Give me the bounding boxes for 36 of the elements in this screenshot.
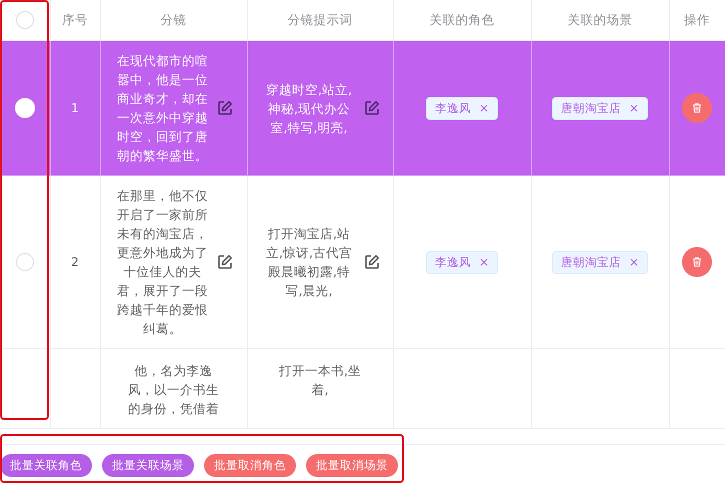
row-number: 2 <box>71 255 79 269</box>
prompt-text: 穿越时空,站立,神秘,现代办公室,特写,明亮, <box>265 80 353 136</box>
column-header: 关联的场景 <box>568 12 632 26</box>
edit-icon[interactable] <box>216 254 232 270</box>
character-tag[interactable]: 李逸风 × <box>426 96 498 120</box>
tag-close-button[interactable]: × <box>478 101 490 115</box>
delete-button[interactable] <box>682 247 712 277</box>
scene-tag[interactable]: 唐朝淘宝店 × <box>552 250 648 274</box>
tag-close-button[interactable]: × <box>628 101 640 115</box>
prompt-text: 打开淘宝店,站立,惊讶,古代宫殿晨曦初露,特写,晨光, <box>265 225 353 300</box>
scene-text: 他，名为李逸风，以一介书生的身份，凭借着 <box>127 362 220 418</box>
trash-icon <box>691 256 703 268</box>
column-header: 分镜提示词 <box>288 12 352 26</box>
batch-button[interactable]: 批量取消角色 <box>204 454 296 477</box>
character-tag[interactable]: 李逸风 × <box>426 250 498 274</box>
edit-icon[interactable] <box>216 100 232 116</box>
column-header: 序号 <box>62 12 88 26</box>
column-header: 关联的角色 <box>430 12 494 26</box>
row-checkbox[interactable] <box>16 253 34 271</box>
scene-tag[interactable]: 唐朝淘宝店 × <box>552 96 648 120</box>
edit-icon[interactable] <box>364 100 380 116</box>
edit-icon[interactable] <box>364 254 380 270</box>
batch-button[interactable]: 批量取消场景 <box>306 454 398 477</box>
select-all-checkbox[interactable] <box>16 11 34 29</box>
batch-button[interactable]: 批量关联场景 <box>102 454 194 477</box>
prompt-text: 打开一本书,坐着, <box>278 362 362 399</box>
batch-button[interactable]: 批量关联角色 <box>0 454 92 477</box>
scene-text: 在那里，他不仅开启了一家前所未有的淘宝店，更意外地成为了十位佳人的夫君，展开了一段跨越千年的爱恨纠葛。 <box>116 187 209 338</box>
column-header: 操作 <box>684 12 710 26</box>
row-number: 1 <box>71 101 79 115</box>
delete-button[interactable] <box>682 93 712 123</box>
column-header: 分镜 <box>160 12 186 26</box>
tag-close-button[interactable]: × <box>478 255 490 269</box>
tag-close-button[interactable]: × <box>628 255 640 269</box>
scene-text: 在现代都市的喧嚣中，他是一位商业奇才，却在一次意外中穿越时空，回到了唐朝的繁华盛世。 <box>116 52 209 165</box>
trash-icon <box>691 102 703 114</box>
